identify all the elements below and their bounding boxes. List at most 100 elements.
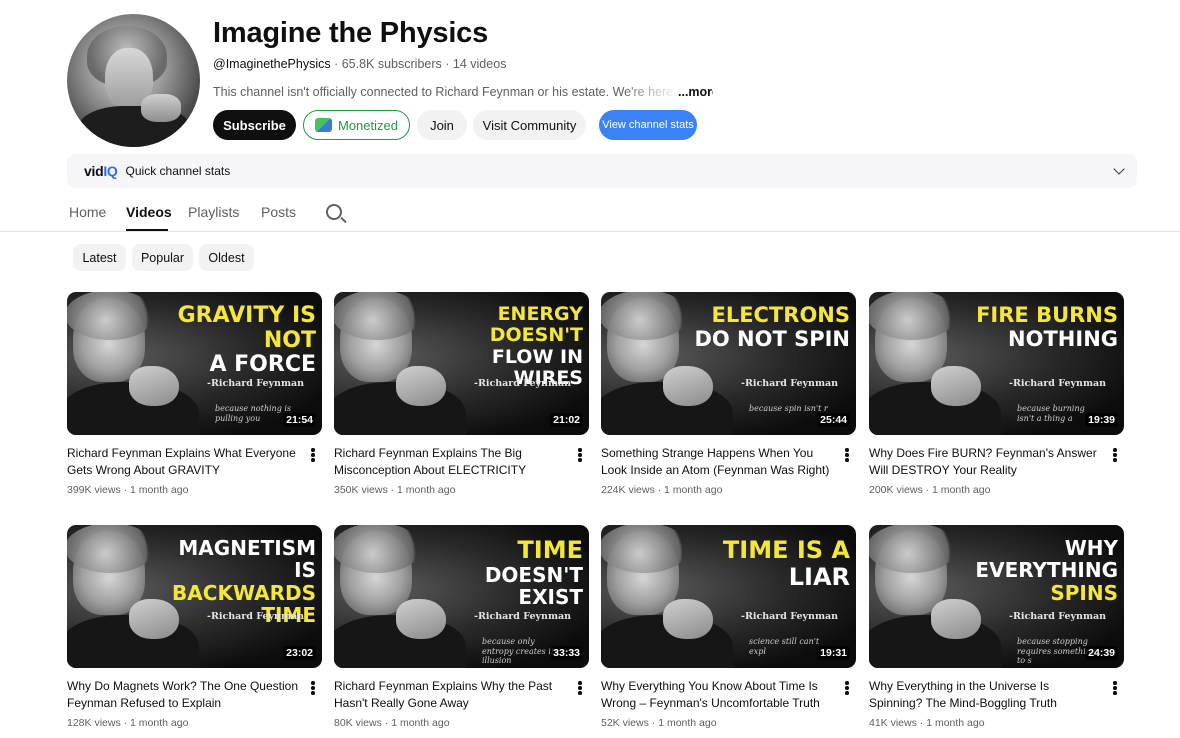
thumbnail-headline-line1: TIME IS A [722,536,850,564]
more-actions-icon[interactable] [845,448,849,462]
more-actions-icon[interactable] [311,681,315,695]
video-duration: 21:54 [283,413,316,427]
video-views: 200K views [869,484,923,496]
video-thumbnail[interactable]: FIRE BURNS NOTHING -Richard Feynman beca… [869,292,1124,435]
vidiq-logo-iq: IQ [103,163,118,179]
more-link[interactable]: ...more [678,85,713,99]
thumbnail-headline-line2: LIAR [788,562,850,591]
video-card[interactable]: WHY EVERYTHING SPINS -Richard Feynman be… [869,525,1124,729]
video-thumbnail[interactable]: TIME IS A LIAR -Richard Feynman science … [601,525,856,668]
video-meta: 128K views · 1 month ago [67,717,188,729]
chevron-down-icon[interactable] [1113,163,1125,175]
vidiq-logo-vid: vid [84,163,104,179]
filter-latest[interactable]: Latest [73,244,126,271]
channel-meta: @ImaginethePhysics · 65.8K subscribers ·… [213,57,506,71]
video-thumbnail[interactable]: GRAVITY IS NOT A FORCE -Richard Feynman … [67,292,322,435]
thumbnail-signature: -Richard Feynman [741,378,839,389]
video-title[interactable]: Richard Feynman Explains Why the Past Ha… [334,678,566,711]
filter-popular[interactable]: Popular [132,244,193,271]
video-thumbnail[interactable]: WHY EVERYTHING SPINS -Richard Feynman be… [869,525,1124,668]
visit-community-button[interactable]: Visit Community [473,110,586,140]
channel-title: Imagine the Physics [213,17,489,49]
thumbnail-headline-line1: GRAVITY IS NOT [177,303,316,353]
meta-separator: · [916,717,927,729]
thumbnail-signature: -Richard Feynman [207,611,305,622]
tab-home[interactable]: Home [69,204,106,220]
thumbnail-headline-line1: MAGNETISM IS [178,536,316,583]
thumbnail-headline-line2: DO NOT SPIN [694,326,850,351]
video-title[interactable]: Why Everything You Know About Time Is Wr… [601,678,833,711]
video-views: 52K views [601,717,649,729]
video-title[interactable]: Richard Feynman Explains What Everyone G… [67,445,299,478]
subscriber-count: 65.8K subscribers [341,57,442,71]
video-age: 1 month ago [130,484,189,496]
channel-avatar[interactable] [67,14,200,147]
thumbnail-headline: ENERGY DOESN'T FLOW IN WIRES [425,303,583,389]
video-card[interactable]: MAGNETISM IS BACKWARDS TIME -Richard Fey… [67,525,322,729]
video-meta: 224K views · 1 month ago [601,484,722,496]
thumbnail-headline: FIRE BURNS NOTHING [960,303,1118,351]
video-thumbnail[interactable]: ELECTRONS DO NOT SPIN -Richard Feynman b… [601,292,856,435]
tab-posts[interactable]: Posts [261,204,296,220]
video-card[interactable]: ENERGY DOESN'T FLOW IN WIRES -Richard Fe… [334,292,589,496]
video-thumbnail[interactable]: TIME DOESN'T EXIST -Richard Feynman beca… [334,525,589,668]
video-title[interactable]: Richard Feynman Explains The Big Misconc… [334,445,566,478]
video-views: 350K views [334,484,388,496]
vidiq-quick-stats-bar[interactable]: vidIQ Quick channel stats [67,154,1137,188]
thumbnail-signature: -Richard Feynman [474,378,572,389]
channel-description[interactable]: This channel isn't officially connected … [213,85,713,99]
thumbnail-signature: -Richard Feynman [207,378,305,389]
more-actions-icon[interactable] [311,448,315,462]
filter-oldest[interactable]: Oldest [199,244,254,271]
more-actions-icon[interactable] [578,681,582,695]
video-card[interactable]: TIME DOESN'T EXIST -Richard Feynman beca… [334,525,589,729]
monetized-button[interactable]: Monetized [303,110,410,140]
thumbnail-headline-line2: SPINS [1050,580,1118,605]
tab-playlists[interactable]: Playlists [188,204,239,220]
video-age: 1 month ago [932,484,991,496]
video-title[interactable]: Why Do Magnets Work? The One Question Fe… [67,678,299,711]
video-title[interactable]: Why Everything in the Universe Is Spinni… [869,678,1101,711]
tab-videos[interactable]: Videos [126,204,172,220]
video-thumbnail[interactable]: ENERGY DOESN'T FLOW IN WIRES -Richard Fe… [334,292,589,435]
thumbnail-headline-line2: A FORCE [209,352,316,378]
more-actions-icon[interactable] [578,448,582,462]
video-age: 1 month ago [664,484,723,496]
video-card[interactable]: ELECTRONS DO NOT SPIN -Richard Feynman b… [601,292,856,496]
video-duration: 25:44 [817,413,850,427]
search-icon[interactable] [326,204,342,220]
video-title[interactable]: Why Does Fire BURN? Feynman's Answer Wil… [869,445,1101,478]
video-title[interactable]: Something Strange Happens When You Look … [601,445,833,478]
more-actions-icon[interactable] [1113,448,1117,462]
more-actions-icon[interactable] [1113,681,1117,695]
video-meta: 350K views · 1 month ago [334,484,455,496]
video-meta: 52K views · 1 month ago [601,717,717,729]
thumbnail-headline: ELECTRONS DO NOT SPIN [692,303,850,351]
thumbnail-figure-hand [663,599,713,639]
video-duration: 19:31 [817,646,850,660]
vidiq-logo: vidIQ [84,163,118,179]
thumbnail-figure-hand [663,366,713,406]
description-text: This channel isn't officially connected … [213,85,678,99]
join-button[interactable]: Join [417,110,467,140]
video-meta: 41K views · 1 month ago [869,717,985,729]
thumbnail-signature: -Richard Feynman [741,611,839,622]
active-tab-indicator [126,229,168,231]
video-thumbnail[interactable]: MAGNETISM IS BACKWARDS TIME -Richard Fey… [67,525,322,668]
video-card[interactable]: TIME IS A LIAR -Richard Feynman science … [601,525,856,729]
video-age: 1 month ago [130,717,189,729]
video-card[interactable]: FIRE BURNS NOTHING -Richard Feynman beca… [869,292,1124,496]
video-views: 41K views [869,717,917,729]
subscribe-button[interactable]: Subscribe [213,110,296,140]
video-age: 1 month ago [397,484,456,496]
thumbnail-cursive-caption: because spin isn't r [749,404,828,413]
thumbnail-headline-line1: TIME [517,536,583,564]
channel-tabs: Home Videos Playlists Posts [0,195,1180,232]
video-card[interactable]: GRAVITY IS NOT A FORCE -Richard Feynman … [67,292,322,496]
thumbnail-figure-hand [931,366,981,406]
thumbnail-headline-line1: ELECTRONS [711,303,850,327]
view-channel-stats-button[interactable]: View channel stats [599,110,697,140]
thumbnail-headline: GRAVITY IS NOT A FORCE [158,303,316,378]
video-meta: 80K views · 1 month ago [334,717,450,729]
more-actions-icon[interactable] [845,681,849,695]
